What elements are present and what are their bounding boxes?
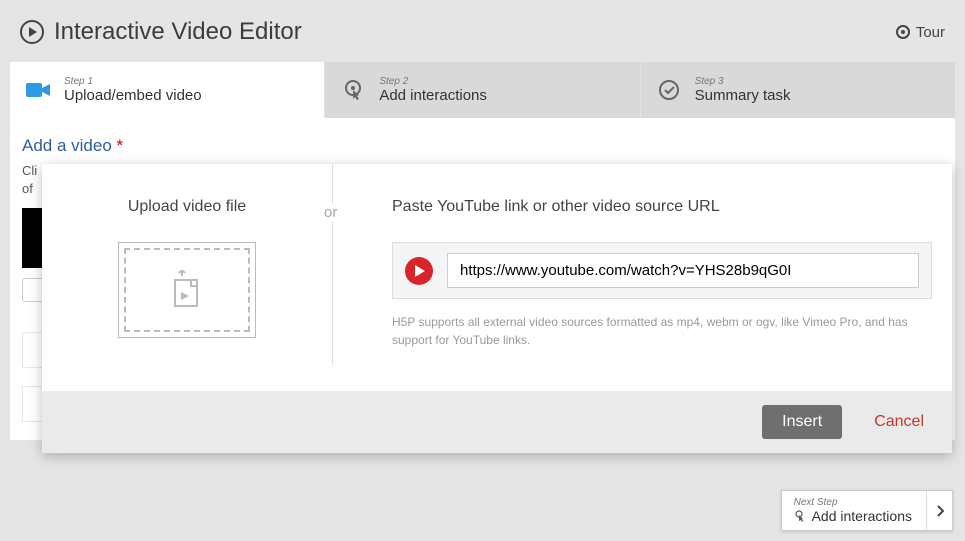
tour-icon — [896, 25, 910, 39]
tab-label: Summary task — [695, 87, 791, 104]
section-title: Add a video * — [22, 136, 943, 156]
tap-small-icon — [794, 510, 806, 522]
play-circle-icon — [20, 20, 44, 44]
insert-button[interactable]: Insert — [762, 405, 842, 439]
add-video-dialog: Upload video file or Paste YouTube link … — [42, 164, 952, 453]
divider — [332, 164, 333, 365]
tab-summary-task[interactable]: Step 3 Summary task — [641, 62, 955, 118]
youtube-icon — [405, 257, 433, 285]
upload-heading: Upload video file — [62, 198, 312, 216]
page-title: Interactive Video Editor — [54, 18, 302, 46]
tab-label: Add interactions — [379, 87, 487, 104]
tab-step-label: Step 1 — [64, 76, 202, 87]
upload-file-icon — [167, 270, 207, 310]
check-circle-icon — [657, 78, 681, 102]
video-url-input[interactable] — [447, 253, 919, 288]
url-help-text: H5P supports all external video sources … — [392, 313, 932, 349]
paste-heading: Paste YouTube link or other video source… — [392, 198, 932, 216]
tab-step-label: Step 3 — [695, 76, 791, 87]
upload-dropzone[interactable] — [118, 242, 256, 338]
tab-upload-video[interactable]: Step 1 Upload/embed video — [10, 62, 325, 118]
next-step-action-label: Add interactions — [812, 508, 912, 524]
tab-step-label: Step 2 — [379, 76, 487, 87]
tour-button[interactable]: Tour — [896, 24, 945, 41]
next-step-label: Next Step — [794, 497, 912, 508]
chevron-right-icon — [926, 491, 952, 530]
step-tabs: Step 1 Upload/embed video Step 2 Add int… — [10, 62, 955, 118]
video-camera-icon — [26, 78, 50, 102]
cancel-button[interactable]: Cancel — [874, 413, 924, 431]
or-label: or — [320, 204, 341, 221]
tab-label: Upload/embed video — [64, 87, 202, 104]
tap-icon — [341, 78, 365, 102]
tour-label: Tour — [916, 24, 945, 41]
tab-add-interactions[interactable]: Step 2 Add interactions — [325, 62, 640, 118]
next-step-button[interactable]: Next Step Add interactions — [781, 490, 953, 531]
